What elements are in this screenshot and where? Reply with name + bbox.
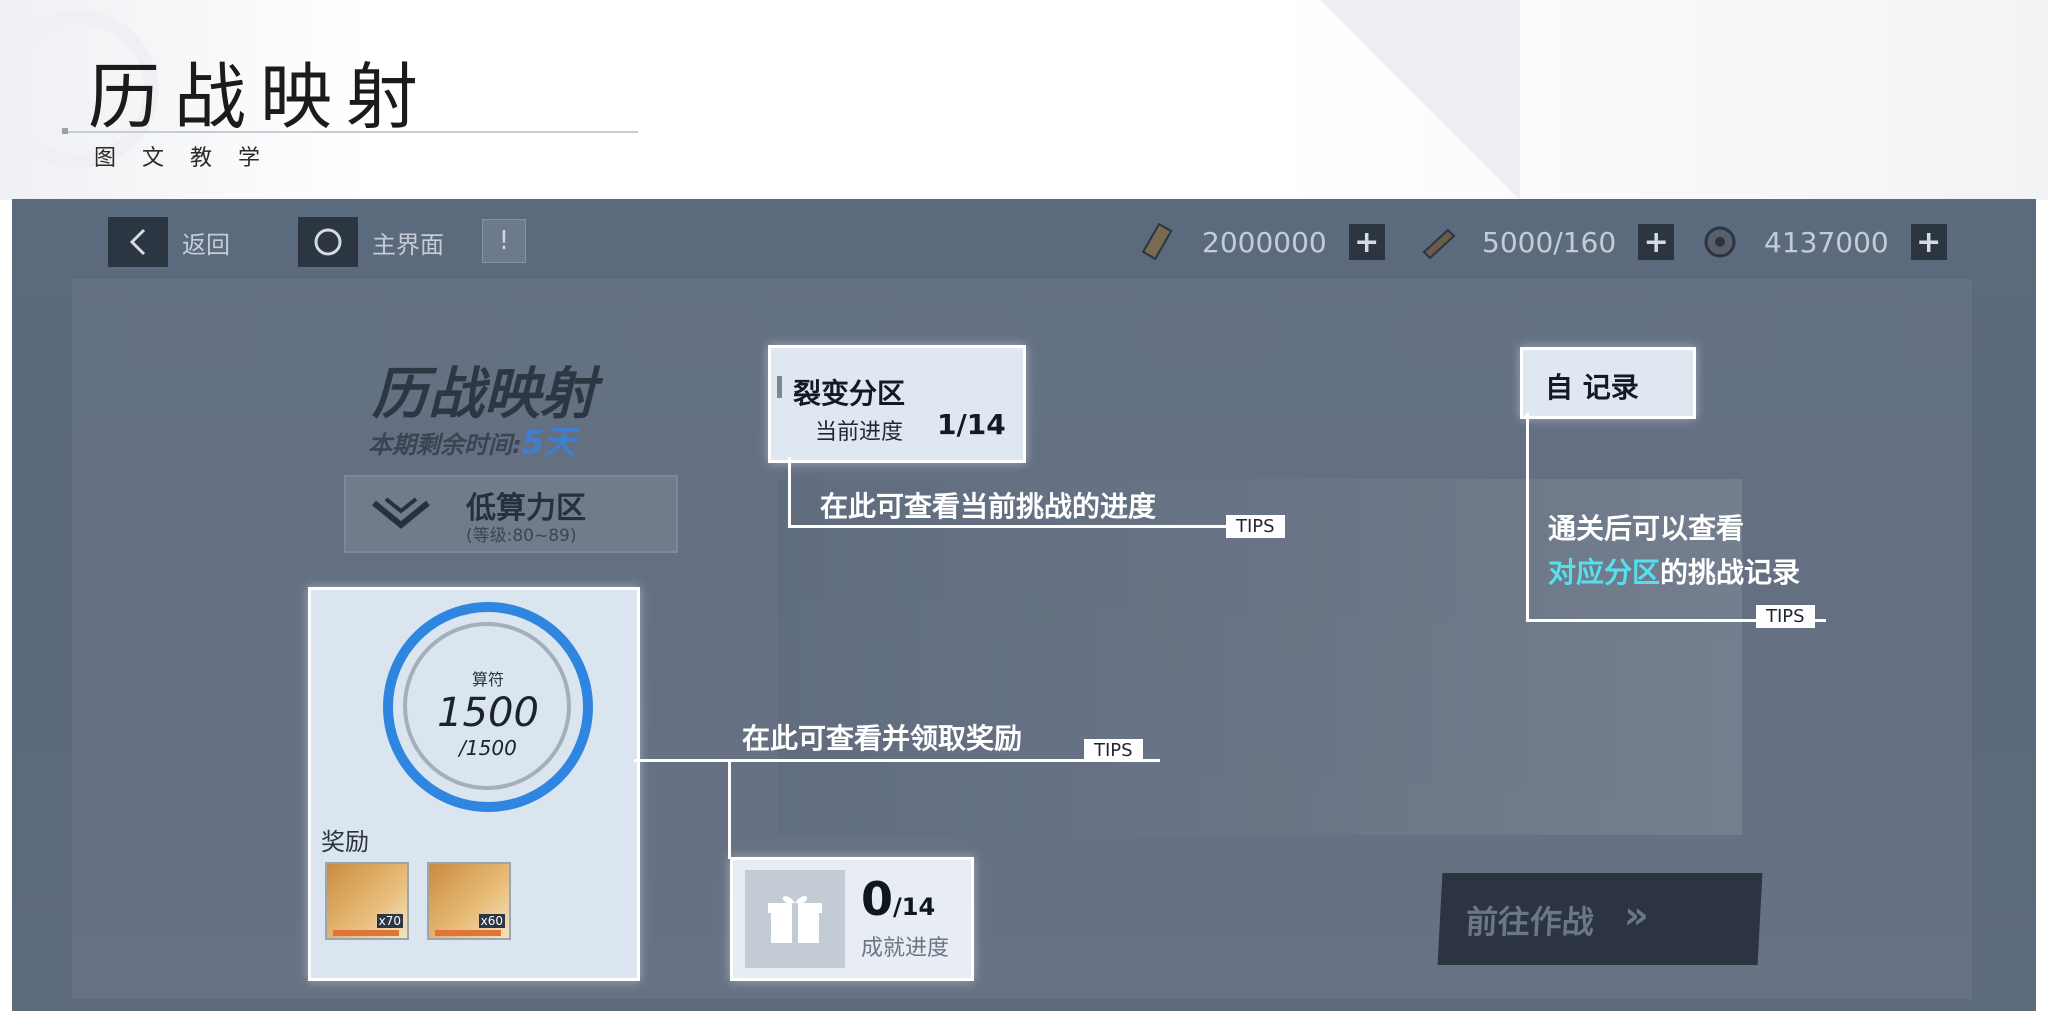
chevron-left-icon xyxy=(108,217,168,267)
reward-qty: x70 xyxy=(376,914,403,928)
reward-panel[interactable]: 算符 1500 /1500 奖励 x70 x60 xyxy=(308,587,640,981)
double-chevron-right-icon: » xyxy=(1623,893,1650,937)
currency-label: 算符 xyxy=(471,670,504,689)
callout-line xyxy=(1526,413,1529,621)
resource-coin: 4137000 + xyxy=(1700,217,1947,267)
record-tip-rest: 的挑战记录 xyxy=(1660,556,1801,589)
currency-progress-ring: 算符 1500 /1500 xyxy=(383,602,593,812)
zone-selector[interactable]: 低算力区 (等级:80~89) xyxy=(344,475,678,553)
tips-tag: TIPS xyxy=(1226,515,1285,538)
slide-subtitle: 图文教学 xyxy=(94,146,287,171)
reward-item[interactable]: x60 xyxy=(427,862,511,940)
accent-bar xyxy=(777,376,782,398)
resource-ticket: 2000000 + xyxy=(1138,217,1385,267)
gear-coin-icon xyxy=(1704,226,1736,258)
title-dot xyxy=(62,128,68,134)
home-label: 主界面 xyxy=(372,230,444,259)
record-tip-line1: 通关后可以查看 xyxy=(1548,512,1745,545)
slide-decoration xyxy=(1320,0,1520,200)
record-button[interactable]: 自 记录 xyxy=(1520,347,1696,419)
record-tip-line2: 对应分区的挑战记录 xyxy=(1548,551,1800,591)
chevron-down-double-icon xyxy=(372,497,430,529)
remaining-label: 本期剩余时间: xyxy=(368,431,522,459)
achievement-total: /14 xyxy=(893,893,936,921)
reward-tip: 在此可查看并领取奖励 xyxy=(742,722,1023,755)
rewards-label: 奖励 xyxy=(321,828,369,856)
callout-line xyxy=(788,457,791,527)
rarity-stars xyxy=(435,930,501,936)
callout-line xyxy=(788,525,1238,528)
resource-ticket-value: 2000000 xyxy=(1202,225,1327,259)
resource-blade-value: 5000/160 xyxy=(1482,225,1617,259)
fission-title: 裂变分区 xyxy=(793,377,906,410)
record-tip-highlight: 对应分区 xyxy=(1548,556,1661,589)
add-coin-button[interactable]: + xyxy=(1910,224,1947,260)
reward-item[interactable]: x70 xyxy=(325,862,409,940)
currency-current: 1500 xyxy=(437,690,539,736)
add-blade-button[interactable]: + xyxy=(1638,224,1675,260)
blade-icon xyxy=(1422,228,1456,260)
callout-line xyxy=(728,759,731,859)
fission-progress-panel[interactable]: 裂变分区 当前进度 1/14 xyxy=(768,345,1026,463)
gift-icon xyxy=(745,870,845,968)
slide-title: 历战映射 xyxy=(88,55,433,139)
ticket-icon xyxy=(1141,222,1173,261)
title-underline xyxy=(62,131,638,133)
rarity-stars xyxy=(333,930,399,936)
home-ring-icon xyxy=(298,217,358,267)
zone-level: (等级:80~89) xyxy=(466,526,577,546)
reward-qty: x60 xyxy=(478,914,505,928)
achievement-current: 0 xyxy=(861,872,894,926)
go-to-battle-button[interactable]: 前往作战 » xyxy=(1437,873,1763,965)
resource-blade: 5000/160 + xyxy=(1418,217,1675,267)
tips-tag: TIPS xyxy=(1756,605,1815,628)
battle-label: 前往作战 xyxy=(1464,903,1595,941)
game-screenshot: 返回 主界面 ! 2000000 + 5000/160 + 4137000 + … xyxy=(12,199,2036,1011)
callout-line xyxy=(634,759,1160,762)
remaining-time: 本期剩余时间:5天 xyxy=(368,417,576,463)
record-label: 自 记录 xyxy=(1545,371,1639,404)
achievement-label: 成就进度 xyxy=(861,936,950,961)
tips-tag: TIPS xyxy=(1084,739,1143,762)
progress-tip: 在此可查看当前挑战的进度 xyxy=(820,490,1157,523)
achievement-panel[interactable]: 0/14 成就进度 xyxy=(730,857,974,981)
alert-icon[interactable]: ! xyxy=(482,219,526,263)
remaining-value: 5天 xyxy=(521,423,576,461)
back-button[interactable]: 返回 xyxy=(108,217,230,267)
currency-total: /1500 xyxy=(459,736,517,760)
home-button[interactable]: 主界面 xyxy=(298,217,444,267)
progress-value: 1/14 xyxy=(937,408,1006,441)
progress-label: 当前进度 xyxy=(815,420,904,445)
add-ticket-button[interactable]: + xyxy=(1348,224,1385,260)
back-label: 返回 xyxy=(182,230,230,259)
resource-coin-value: 4137000 xyxy=(1764,225,1889,259)
achievement-progress: 0/14 xyxy=(861,872,935,926)
